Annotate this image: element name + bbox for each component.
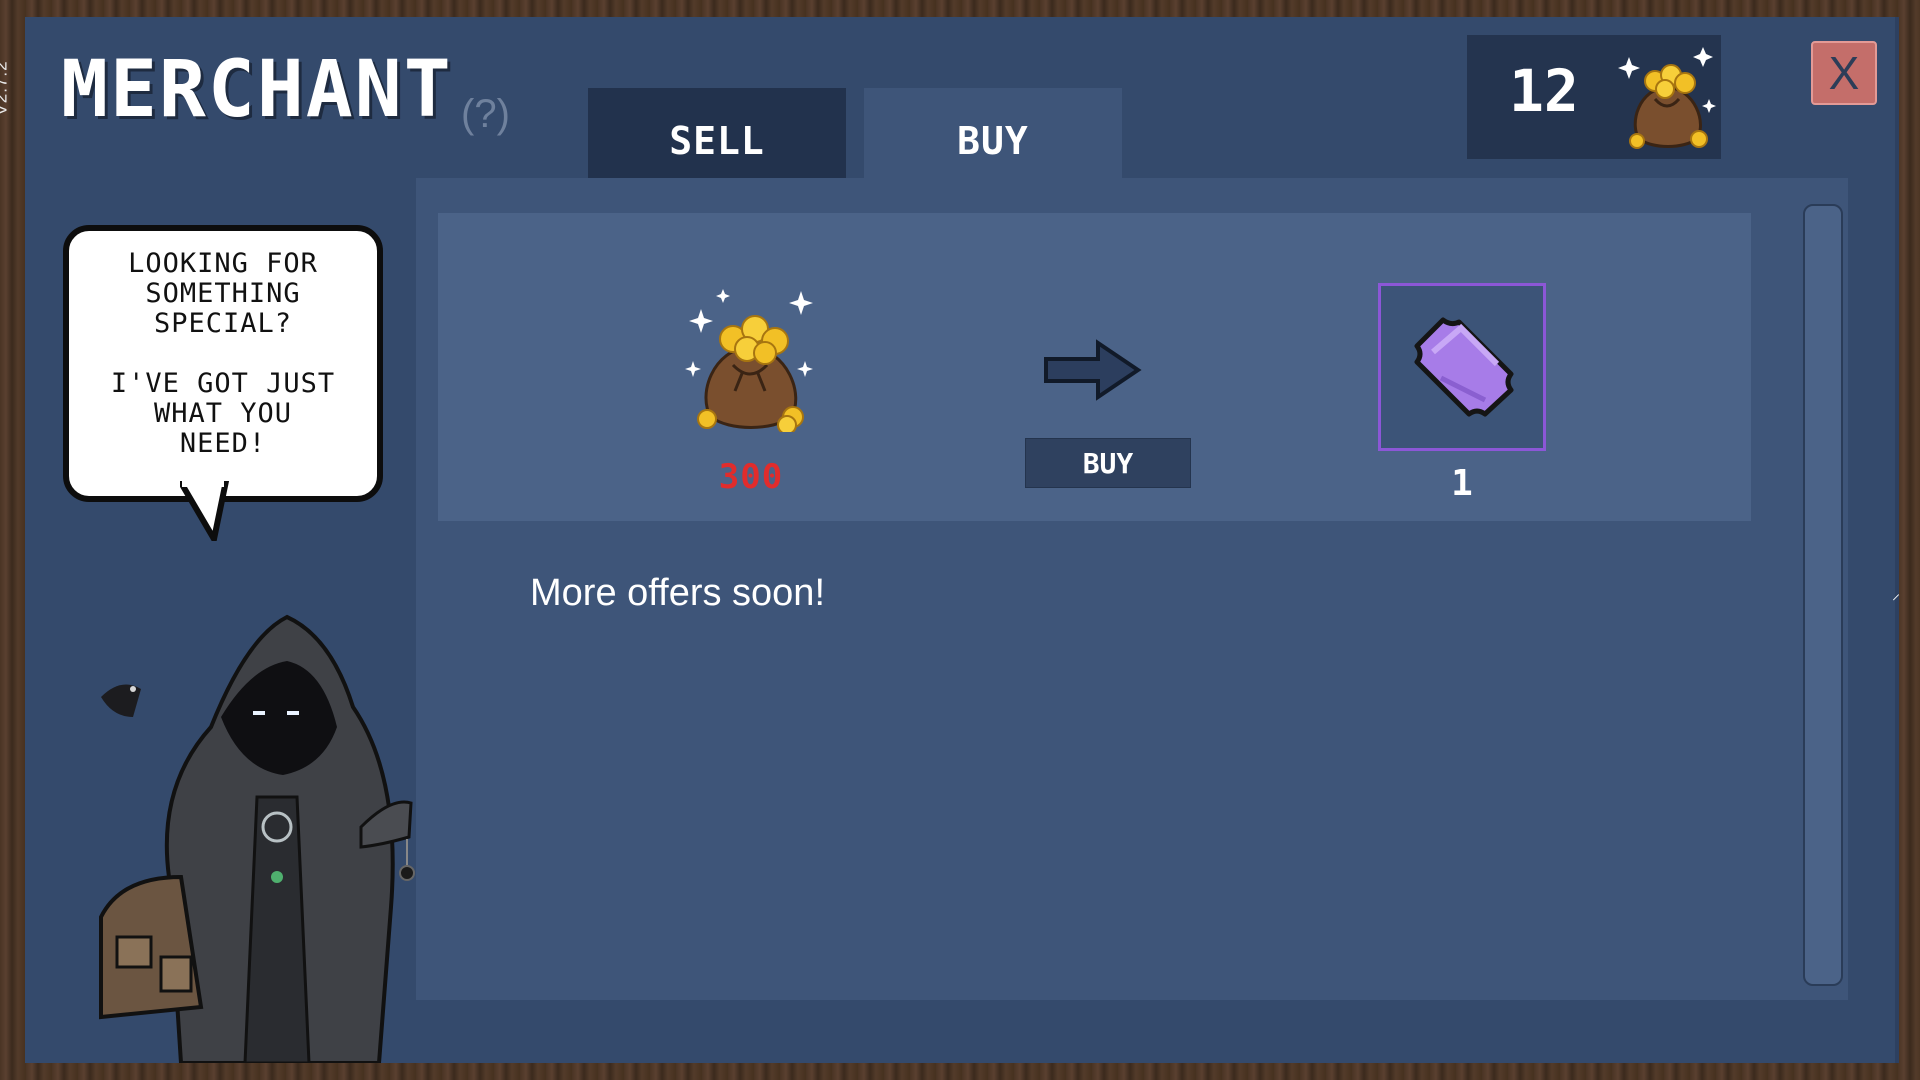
purple-ticket-icon	[1414, 317, 1514, 417]
offer-cost: 300	[718, 457, 784, 497]
more-offers-note: More offers soon!	[530, 572, 826, 614]
offers-content: 300 BUY 1 More offers soon!	[416, 178, 1848, 1000]
offers-scrollbar[interactable]	[1803, 204, 1843, 986]
close-button[interactable]: X	[1811, 41, 1877, 105]
speech-bubble-tail	[180, 481, 230, 541]
speech-bubble: LOOKING FOR SOMETHING SPECIAL? I'VE GOT …	[63, 225, 383, 502]
version-label: V2.7.2	[0, 60, 11, 116]
gold-count: 12	[1509, 57, 1579, 125]
reward-quantity: 1	[1451, 463, 1473, 504]
merchant-portrait	[99, 614, 415, 1063]
merchant-panel: MERCHANT (?) SELL BUY 12 X 300 BUY 1 Mor…	[25, 17, 1899, 1063]
side-mark: ⸝	[1892, 586, 1901, 603]
buy-button[interactable]: BUY	[1025, 438, 1191, 488]
help-button[interactable]: (?)	[461, 92, 510, 137]
reward-item-slot[interactable]	[1378, 283, 1546, 451]
gold-counter: 12	[1467, 35, 1721, 159]
gold-sack-icon	[1618, 47, 1716, 149]
merchant-speech: LOOKING FOR SOMETHING SPECIAL? I'VE GOT …	[110, 248, 336, 459]
arrow-right-icon	[1044, 339, 1142, 401]
offer-row: 300 BUY 1	[438, 213, 1751, 521]
gold-sack-icon	[685, 289, 813, 432]
page-title: MERCHANT	[61, 45, 453, 135]
